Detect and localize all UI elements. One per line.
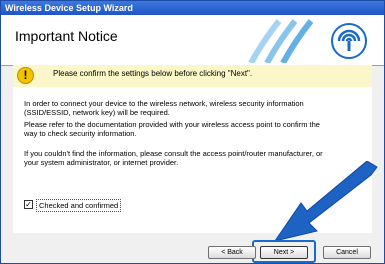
notice-text: Please confirm the settings below before… [53,69,253,78]
info-text: If you couldn't find the information, pl… [24,149,323,158]
info-text: Please refer to the documentation provid… [24,120,320,129]
info-text: In order to connect your device to the w… [24,99,304,108]
window-title: Wireless Device Setup Wizard [1,1,384,15]
cancel-button[interactable]: Cancel [323,246,371,259]
exclamation-warning-icon: ! [17,67,34,84]
info-text: way to check security information. [24,129,137,138]
back-button[interactable]: < Back [208,246,256,259]
wireless-waves-logo-icon [248,19,367,63]
wizard-window: Wireless Device Setup Wizard Important N… [0,0,385,264]
next-button[interactable]: Next > [260,246,308,259]
page-title: Important Notice [15,28,118,44]
pointer-arrow-icon [273,161,378,242]
header-panel: Important Notice [1,15,384,66]
confirm-checkbox[interactable]: ✓ [24,200,33,209]
confirm-checkbox-label[interactable]: Checked and confirmed [36,199,122,212]
info-text: (SSID/ESSID, network key) will be requir… [24,108,170,117]
notice-bar: ! Please confirm the settings below befo… [13,65,372,88]
